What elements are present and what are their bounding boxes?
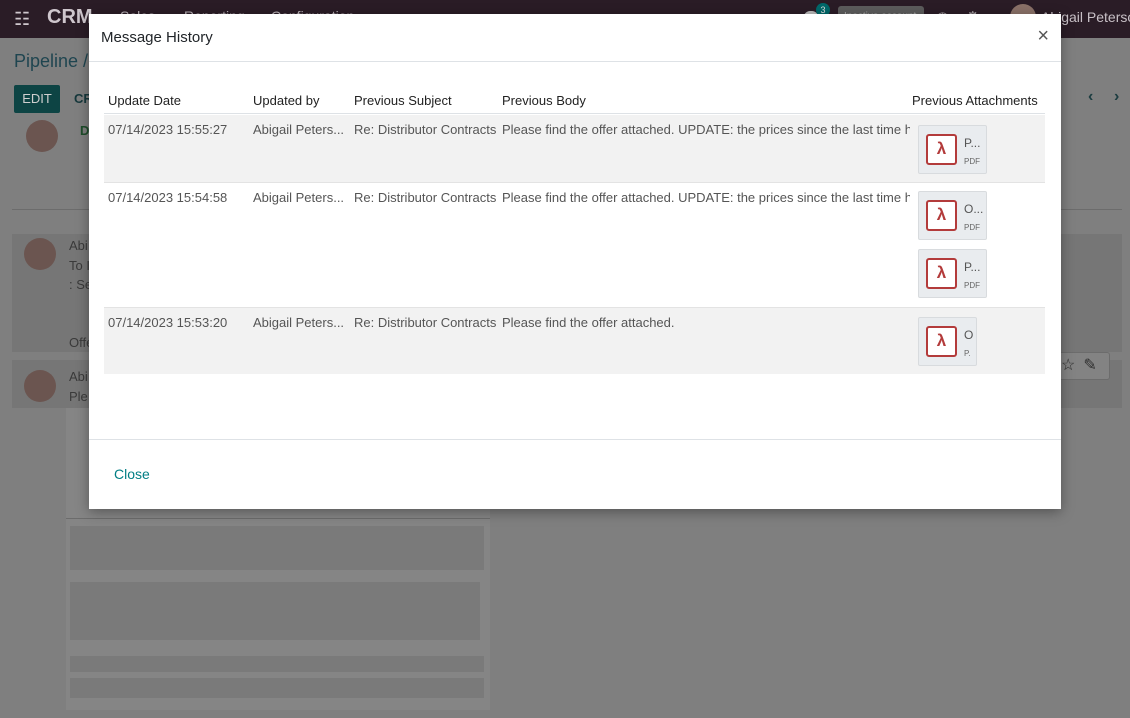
dialog-header: Message History × (89, 14, 1061, 62)
column-header-updated-by[interactable]: Updated by (253, 93, 320, 108)
apps-grid-icon[interactable]: ☷ (14, 9, 30, 30)
bg-message-author: Abi (69, 238, 88, 253)
table-row[interactable]: 07/14/2023 15:53:20 Abigail Peters... Re… (104, 308, 1045, 374)
table-row[interactable]: 07/14/2023 15:55:27 Abigail Peters... Re… (104, 115, 1045, 182)
attachment-name: P... (964, 136, 981, 150)
bg-message-line: To I (69, 258, 90, 273)
attachment-extension: PDF (964, 223, 980, 232)
attachment-name: O (964, 328, 974, 342)
column-header-previous-attachments[interactable]: Previous Attachments (912, 93, 1038, 108)
attachment-name: O... (964, 202, 984, 216)
column-header-previous-body[interactable]: Previous Body (502, 93, 586, 108)
pdf-file-icon: λ (926, 258, 957, 289)
cell-previous-body: Please find the offer attached. UPDATE: … (502, 190, 910, 205)
cell-update-date: 07/14/2023 15:53:20 (108, 315, 228, 330)
chatter-avatar (26, 120, 58, 152)
cell-updated-by: Abigail Peters... (253, 122, 345, 137)
attachment-extension: P. (964, 349, 971, 358)
table-header: Update Date Updated by Previous Subject … (104, 86, 1045, 114)
attachment-card[interactable]: λ P... PDF (918, 249, 987, 298)
cell-previous-subject: Re: Distributor Contracts (354, 190, 497, 205)
bg-tag: D (80, 123, 90, 138)
message-avatar (24, 370, 56, 402)
bg-row (70, 582, 480, 640)
cell-update-date: 07/14/2023 15:55:27 (108, 122, 228, 137)
cell-updated-by: Abigail Peters... (253, 190, 345, 205)
attachment-card[interactable]: λ P... PDF (918, 125, 987, 174)
message-avatar (24, 238, 56, 270)
edit-button[interactable]: EDIT (14, 85, 60, 113)
attachment-card[interactable]: λ O P. (918, 317, 977, 366)
bg-message-author: Abi (69, 369, 88, 384)
divider (66, 518, 490, 519)
pdf-file-icon: λ (926, 326, 957, 357)
breadcrumb[interactable]: Pipeline / (14, 51, 88, 72)
cell-previous-subject: Re: Distributor Contracts (354, 122, 497, 137)
cell-updated-by: Abigail Peters... (253, 315, 345, 330)
column-header-update-date[interactable]: Update Date (108, 93, 181, 108)
message-history-dialog: Message History × Update Date Updated by… (89, 14, 1061, 509)
pdf-file-icon: λ (926, 200, 957, 231)
pager-next-icon[interactable]: › (1114, 88, 1119, 106)
close-button[interactable]: Close (104, 464, 160, 484)
close-icon[interactable]: × (1037, 26, 1049, 46)
cell-previous-subject: Re: Distributor Contracts (354, 315, 497, 330)
cell-previous-body: Please find the offer attached. UPDATE: … (502, 122, 910, 137)
bg-message-line: Ple (69, 389, 88, 404)
attachment-name: P... (964, 260, 981, 274)
bg-row (70, 526, 484, 570)
dialog-footer: Close (89, 439, 1061, 509)
cell-previous-body: Please find the offer attached. (502, 315, 675, 330)
bg-row (70, 678, 484, 698)
attachment-card[interactable]: λ O... PDF (918, 191, 987, 240)
app-brand[interactable]: CRM (47, 6, 93, 29)
cell-update-date: 07/14/2023 15:54:58 (108, 190, 228, 205)
dialog-title: Message History (101, 29, 213, 46)
bg-row (70, 656, 484, 672)
pdf-file-icon: λ (926, 134, 957, 165)
column-header-previous-subject[interactable]: Previous Subject (354, 93, 452, 108)
table-row[interactable]: 07/14/2023 15:54:58 Abigail Peters... Re… (104, 182, 1045, 308)
attachment-extension: PDF (964, 281, 980, 290)
attachment-extension: PDF (964, 157, 980, 166)
pager-prev-icon[interactable]: ‹ (1088, 88, 1093, 106)
